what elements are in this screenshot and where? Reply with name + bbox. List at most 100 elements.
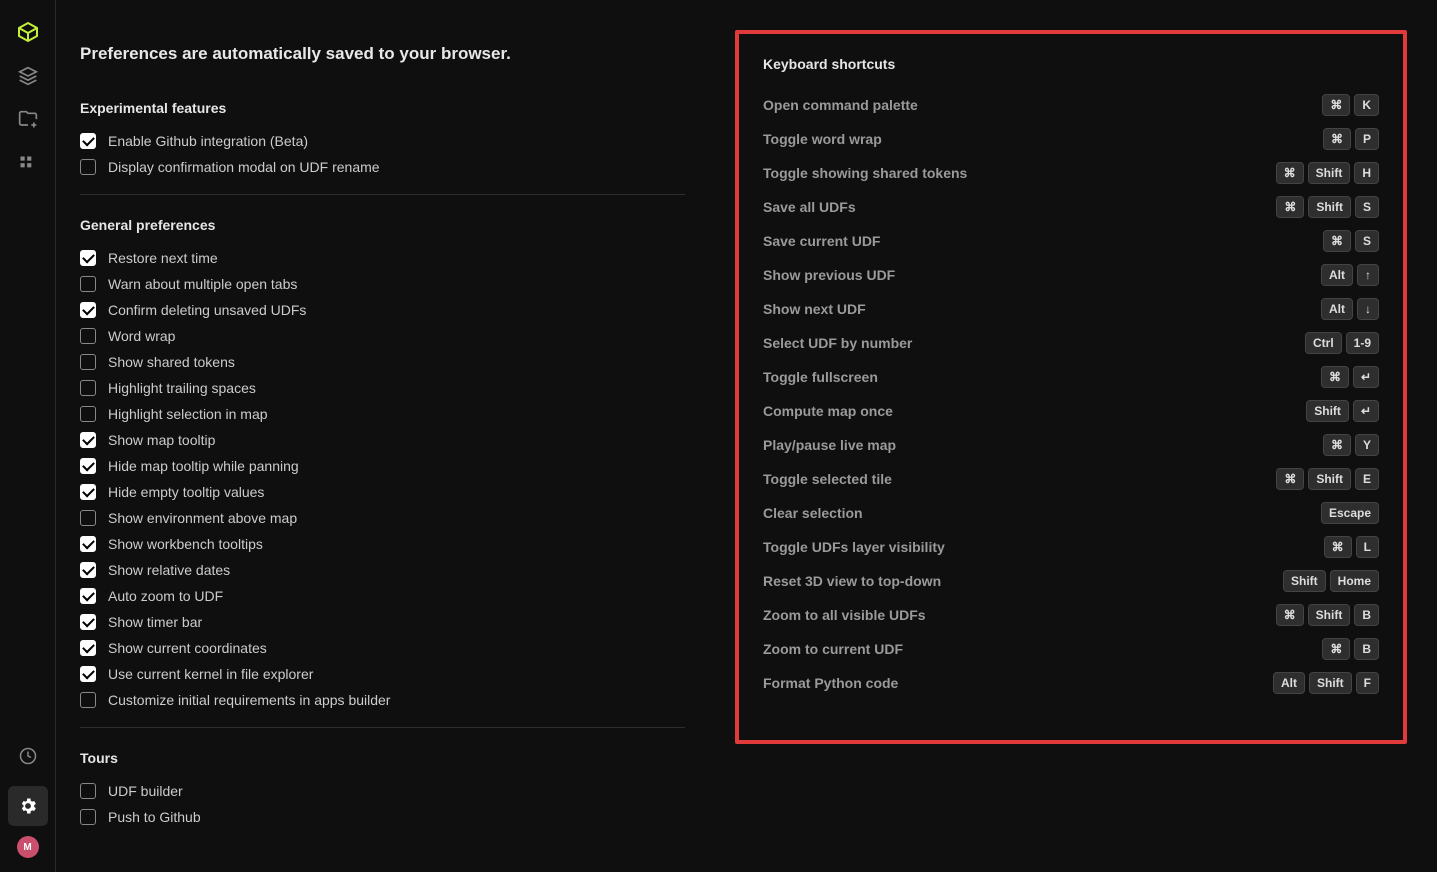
- shortcut-keys: ShiftHome: [1283, 570, 1379, 592]
- key: B: [1354, 638, 1379, 660]
- checkbox-row[interactable]: Show map tooltip: [80, 427, 685, 453]
- checkbox[interactable]: [80, 536, 96, 552]
- checkbox[interactable]: [80, 328, 96, 344]
- shortcut-row: Show next UDFAlt↓: [763, 292, 1379, 326]
- checkbox-row[interactable]: Customize initial requirements in apps b…: [80, 687, 685, 713]
- checkbox-row[interactable]: Show current coordinates: [80, 635, 685, 661]
- settings-icon[interactable]: [8, 786, 48, 826]
- checkbox[interactable]: [80, 783, 96, 799]
- shortcut-row: Toggle selected tile⌘ShiftE: [763, 462, 1379, 496]
- checkbox-row[interactable]: Highlight selection in map: [80, 401, 685, 427]
- shortcut-label: Reset 3D view to top-down: [763, 573, 941, 589]
- checkbox-label: Show map tooltip: [108, 432, 215, 448]
- checkbox-row[interactable]: Show timer bar: [80, 609, 685, 635]
- checkbox-row[interactable]: Display confirmation modal on UDF rename: [80, 154, 685, 180]
- key: K: [1354, 94, 1379, 116]
- key: ↑: [1357, 264, 1379, 286]
- checkbox-row[interactable]: Highlight trailing spaces: [80, 375, 685, 401]
- checkbox-row[interactable]: Auto zoom to UDF: [80, 583, 685, 609]
- checkbox[interactable]: [80, 484, 96, 500]
- checkbox-row[interactable]: Hide empty tooltip values: [80, 479, 685, 505]
- checkbox-row[interactable]: Use current kernel in file explorer: [80, 661, 685, 687]
- section-experimental: Experimental features Enable Github inte…: [80, 100, 685, 195]
- shortcut-row: Toggle fullscreen ⌘↵: [763, 360, 1379, 394]
- key: Shift: [1306, 400, 1349, 422]
- checkbox[interactable]: [80, 354, 96, 370]
- checkbox-row[interactable]: Hide map tooltip while panning: [80, 453, 685, 479]
- checkbox-label: Word wrap: [108, 328, 175, 344]
- shortcut-label: Select UDF by number: [763, 335, 912, 351]
- key: Shift: [1308, 162, 1351, 184]
- key: ⌘: [1276, 162, 1304, 184]
- checkbox-row[interactable]: Push to Github: [80, 804, 685, 830]
- shortcut-label: Save all UDFs: [763, 199, 856, 215]
- shortcut-keys: Alt↑: [1321, 264, 1379, 286]
- shortcut-label: Zoom to all visible UDFs: [763, 607, 926, 623]
- shortcut-keys: ⌘ShiftH: [1276, 162, 1379, 184]
- shortcut-label: Format Python code: [763, 675, 898, 691]
- checkbox-row[interactable]: Restore next time: [80, 245, 685, 271]
- key: ⌘: [1276, 604, 1304, 626]
- history-icon[interactable]: [8, 736, 48, 776]
- checkbox-row[interactable]: Warn about multiple open tabs: [80, 271, 685, 297]
- checkbox-row[interactable]: Word wrap: [80, 323, 685, 349]
- checkbox[interactable]: [80, 666, 96, 682]
- layers-icon[interactable]: [8, 56, 48, 96]
- shortcut-row: Select UDF by numberCtrl1-9: [763, 326, 1379, 360]
- checkbox[interactable]: [80, 276, 96, 292]
- checkbox-list-tours: UDF builder Push to Github: [80, 778, 685, 830]
- checkbox[interactable]: [80, 250, 96, 266]
- checkbox-label: Show timer bar: [108, 614, 202, 630]
- checkbox-label: Highlight selection in map: [108, 406, 268, 422]
- checkbox-row[interactable]: Show environment above map: [80, 505, 685, 531]
- checkbox-list-general: Restore next timeWarn about multiple ope…: [80, 245, 685, 713]
- shortcut-keys: ⌘B: [1322, 638, 1379, 660]
- checkbox[interactable]: [80, 302, 96, 318]
- shortcut-row: Clear selectionEscape: [763, 496, 1379, 530]
- logo-icon[interactable]: [8, 12, 48, 52]
- intro-text: Preferences are automatically saved to y…: [80, 44, 685, 64]
- checkbox-label: Show environment above map: [108, 510, 297, 526]
- key: 1-9: [1346, 332, 1379, 354]
- checkbox-label: Push to Github: [108, 809, 201, 825]
- checkbox[interactable]: [80, 510, 96, 526]
- apps-icon[interactable]: [8, 144, 48, 184]
- checkbox[interactable]: [80, 692, 96, 708]
- shortcuts-list: Open command palette⌘KToggle word wrap⌘P…: [763, 88, 1379, 700]
- checkbox[interactable]: [80, 159, 96, 175]
- checkbox[interactable]: [80, 432, 96, 448]
- checkbox-label: Customize initial requirements in apps b…: [108, 692, 390, 708]
- checkbox-row[interactable]: Show workbench tooltips: [80, 531, 685, 557]
- shortcuts-title: Keyboard shortcuts: [763, 56, 1379, 72]
- checkbox-row[interactable]: UDF builder: [80, 778, 685, 804]
- checkbox[interactable]: [80, 133, 96, 149]
- section-title: Tours: [80, 750, 685, 766]
- checkbox[interactable]: [80, 809, 96, 825]
- shortcut-label: Toggle word wrap: [763, 131, 882, 147]
- checkbox[interactable]: [80, 562, 96, 578]
- checkbox[interactable]: [80, 406, 96, 422]
- checkbox[interactable]: [80, 614, 96, 630]
- shortcut-label: Toggle fullscreen: [763, 369, 878, 385]
- key: ⌘: [1323, 128, 1351, 150]
- shortcut-row: Play/pause live map⌘Y: [763, 428, 1379, 462]
- shortcut-keys: ⌘↵: [1321, 366, 1379, 388]
- shortcut-label: Show next UDF: [763, 301, 866, 317]
- avatar[interactable]: M: [17, 836, 39, 858]
- checkbox-row[interactable]: Confirm deleting unsaved UDFs: [80, 297, 685, 323]
- checkbox[interactable]: [80, 640, 96, 656]
- folder-add-icon[interactable]: [8, 100, 48, 140]
- shortcut-keys: ⌘L: [1324, 536, 1379, 558]
- shortcut-keys: ⌘P: [1323, 128, 1379, 150]
- key: P: [1355, 128, 1379, 150]
- shortcut-label: Toggle UDFs layer visibility: [763, 539, 945, 555]
- checkbox-row[interactable]: Show relative dates: [80, 557, 685, 583]
- key: L: [1356, 536, 1379, 558]
- checkbox[interactable]: [80, 380, 96, 396]
- shortcut-keys: Escape: [1321, 502, 1379, 524]
- checkbox[interactable]: [80, 588, 96, 604]
- checkbox-row[interactable]: Enable Github integration (Beta): [80, 128, 685, 154]
- key: ⌘: [1276, 196, 1304, 218]
- checkbox-row[interactable]: Show shared tokens: [80, 349, 685, 375]
- checkbox[interactable]: [80, 458, 96, 474]
